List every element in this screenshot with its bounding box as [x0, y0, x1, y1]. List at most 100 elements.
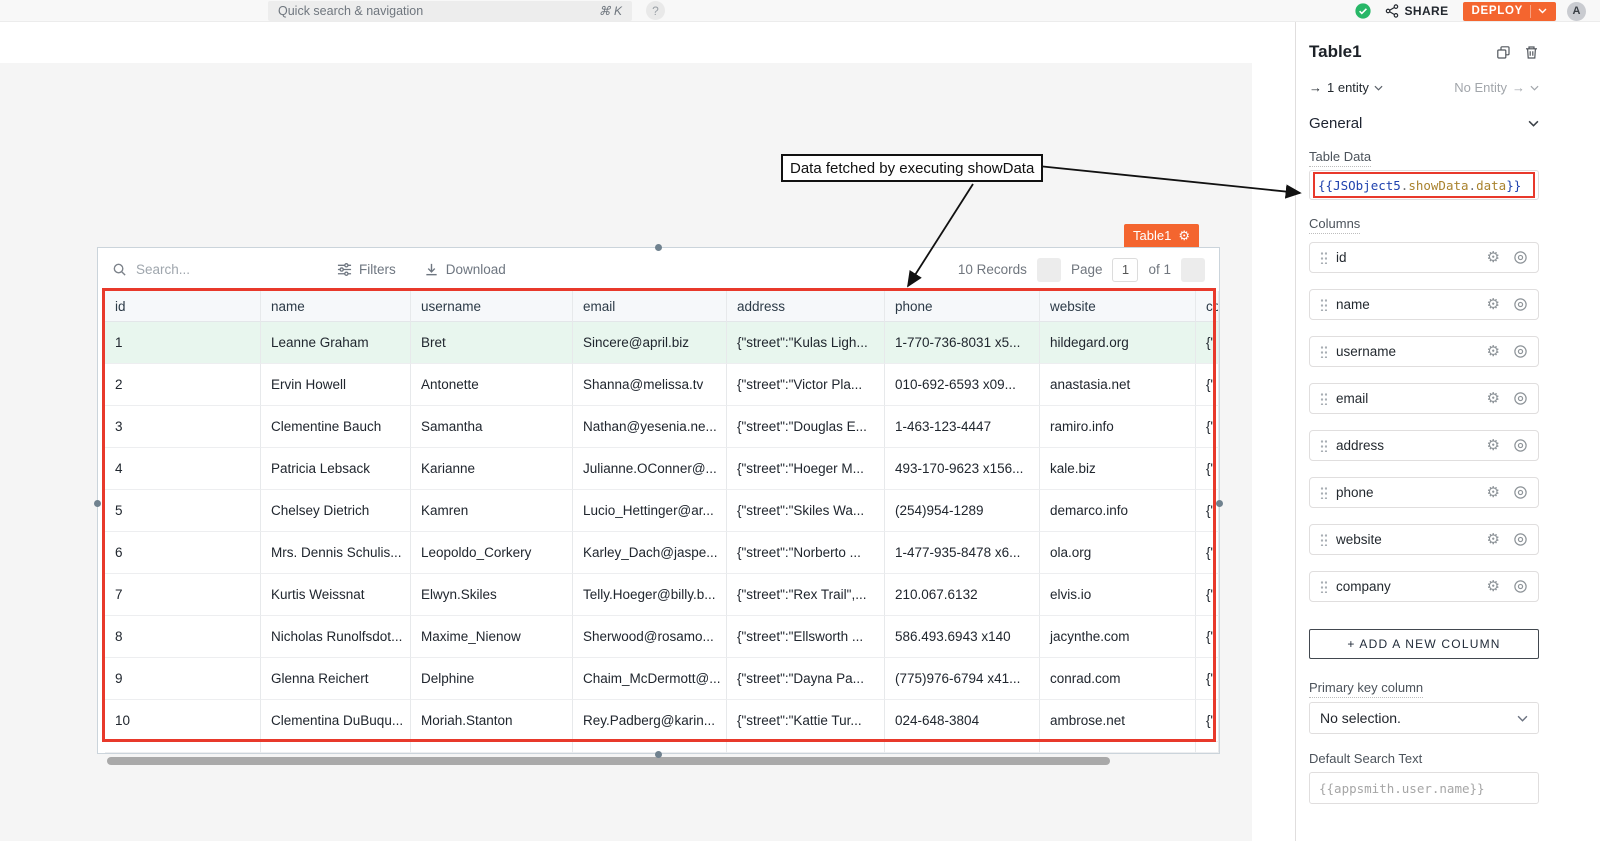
cell: 1 [105, 322, 261, 364]
column-header-co[interactable]: co [1196, 291, 1219, 322]
help-icon[interactable]: ? [646, 1, 665, 20]
eye-icon[interactable] [1513, 344, 1528, 359]
topbar-actions: SHARE DEPLOY [1355, 0, 1556, 22]
cell: (254)954-1289 [885, 490, 1040, 532]
records-count: 10 Records [958, 262, 1027, 277]
gear-icon[interactable]: ⚙ [1487, 391, 1500, 406]
table-search-input[interactable] [136, 262, 286, 277]
copy-widget-icon[interactable] [1496, 45, 1511, 60]
cell: Mrs. Dennis Schulis... [261, 532, 411, 574]
resize-handle-right[interactable] [1216, 500, 1223, 507]
add-new-column-button[interactable]: + ADD A NEW COLUMN [1309, 629, 1539, 659]
drag-handle-icon[interactable] [1320, 298, 1327, 311]
table-data-input[interactable]: {{JSObject5.showData.data}} [1309, 170, 1539, 200]
table-search-box[interactable] [112, 262, 337, 277]
code-token: data [1476, 178, 1506, 193]
deploy-label: DEPLOY [1472, 5, 1524, 17]
table-widget[interactable]: Filters Download 10 Records Page of 1 id… [97, 247, 1220, 754]
column-header-phone[interactable]: phone [885, 291, 1040, 322]
quick-search-box[interactable]: ⌘ K [268, 1, 632, 21]
resize-handle-left[interactable] [94, 500, 101, 507]
drag-handle-icon[interactable] [1320, 392, 1327, 405]
table-row[interactable]: 9Glenna ReichertDelphineChaim_McDermott@… [105, 658, 1219, 700]
column-card-actions: ⚙ [1487, 532, 1528, 547]
gear-icon[interactable]: ⚙ [1487, 297, 1500, 312]
table-row[interactable]: 4Patricia LebsackKarianneJulianne.OConne… [105, 448, 1219, 490]
column-header-website[interactable]: website [1040, 291, 1196, 322]
share-icon [1385, 4, 1399, 18]
table-row[interactable]: 3Clementine BauchSamanthaNathan@yesenia.… [105, 406, 1219, 448]
primary-key-select[interactable]: No selection. [1309, 702, 1539, 734]
avatar[interactable]: A [1567, 2, 1586, 21]
pagination: 10 Records Page of 1 [958, 258, 1205, 282]
default-search-input[interactable] [1309, 772, 1539, 804]
gear-icon[interactable]: ⚙ [1487, 344, 1500, 359]
cell: 1-463-123-4447 [885, 406, 1040, 448]
column-header-id[interactable]: id [105, 291, 261, 322]
deploy-button[interactable]: DEPLOY [1463, 2, 1557, 21]
eye-icon[interactable] [1513, 579, 1528, 594]
eye-icon[interactable] [1513, 250, 1528, 265]
drag-handle-icon[interactable] [1320, 486, 1327, 499]
eye-icon[interactable] [1513, 391, 1528, 406]
chevron-down-icon[interactable] [1538, 8, 1547, 14]
drag-handle-icon[interactable] [1320, 251, 1327, 264]
table-row[interactable]: 2Ervin HowellAntonetteShanna@melissa.tv{… [105, 364, 1219, 406]
table-toolbar: Filters Download 10 Records Page of 1 [98, 248, 1219, 291]
gear-icon[interactable]: ⚙ [1487, 579, 1500, 594]
prev-page-button[interactable] [1037, 258, 1061, 282]
gear-icon[interactable]: ⚙ [1487, 438, 1500, 453]
column-header-username[interactable]: username [411, 291, 573, 322]
cell: 024-648-3804 [885, 700, 1040, 742]
download-button[interactable]: Download [424, 262, 506, 277]
cell: Karley_Dach@jaspe... [573, 532, 727, 574]
widget-name-badge[interactable]: Table1 ⚙ [1124, 224, 1199, 247]
column-header-name[interactable]: name [261, 291, 411, 322]
table-row[interactable]: 1Leanne GrahamBretSincere@april.biz{"str… [105, 322, 1219, 364]
cell: Rey.Padberg@karin... [573, 700, 727, 742]
eye-icon[interactable] [1513, 438, 1528, 453]
widget-settings-icon[interactable]: ⚙ [1178, 229, 1190, 242]
cell: Chaim_McDermott@... [573, 658, 727, 700]
column-card-username: username⚙ [1309, 336, 1539, 367]
column-header-email[interactable]: email [573, 291, 727, 322]
incoming-entities-dropdown[interactable]: → 1 entity [1309, 80, 1383, 95]
column-header-address[interactable]: address [727, 291, 885, 322]
data-table: idnameusernameemailaddressphonewebsiteco… [105, 291, 1219, 753]
code-token: {{ [1318, 178, 1333, 193]
eye-icon[interactable] [1513, 485, 1528, 500]
resize-handle-bottom[interactable] [655, 751, 662, 758]
saved-check-icon [1355, 3, 1371, 19]
next-page-button[interactable] [1181, 258, 1205, 282]
drag-handle-icon[interactable] [1320, 580, 1327, 593]
eye-icon[interactable] [1513, 297, 1528, 312]
horizontal-scrollbar[interactable] [107, 757, 1110, 765]
table-row[interactable]: 8Nicholas Runolfsdot...Maxime_NienowSher… [105, 616, 1219, 658]
gear-icon[interactable]: ⚙ [1487, 532, 1500, 547]
general-section-header[interactable]: General [1309, 115, 1539, 132]
cell: ramiro.info [1040, 406, 1196, 448]
gear-icon[interactable]: ⚙ [1487, 250, 1500, 265]
resize-handle-top[interactable] [655, 244, 662, 251]
cell [727, 742, 885, 753]
outgoing-entities-dropdown[interactable]: No Entity → [1454, 80, 1539, 95]
cell: Samantha [411, 406, 573, 448]
page-number-input[interactable] [1112, 258, 1138, 282]
drag-handle-icon[interactable] [1320, 439, 1327, 452]
eye-icon[interactable] [1513, 532, 1528, 547]
cell: Nathan@yesenia.ne... [573, 406, 727, 448]
drag-handle-icon[interactable] [1320, 533, 1327, 546]
table-data-code[interactable]: {{JSObject5.showData.data}} [1313, 172, 1535, 198]
share-button[interactable]: SHARE [1385, 4, 1448, 18]
cell: {"street":"Skiles Wa... [727, 490, 885, 532]
delete-widget-icon[interactable] [1524, 45, 1539, 60]
table-row[interactable]: 6Mrs. Dennis Schulis...Leopoldo_CorkeryK… [105, 532, 1219, 574]
table-row[interactable]: 10Clementina DuBuqu...Moriah.StantonRey.… [105, 700, 1219, 742]
filters-button[interactable]: Filters [337, 262, 396, 277]
quick-search-input[interactable] [278, 4, 599, 18]
table-row[interactable]: 7Kurtis WeissnatElwyn.SkilesTelly.Hoeger… [105, 574, 1219, 616]
gear-icon[interactable]: ⚙ [1487, 485, 1500, 500]
drag-handle-icon[interactable] [1320, 345, 1327, 358]
table-row[interactable]: 5Chelsey DietrichKamrenLucio_Hettinger@a… [105, 490, 1219, 532]
incoming-entities-label: 1 entity [1327, 80, 1369, 95]
